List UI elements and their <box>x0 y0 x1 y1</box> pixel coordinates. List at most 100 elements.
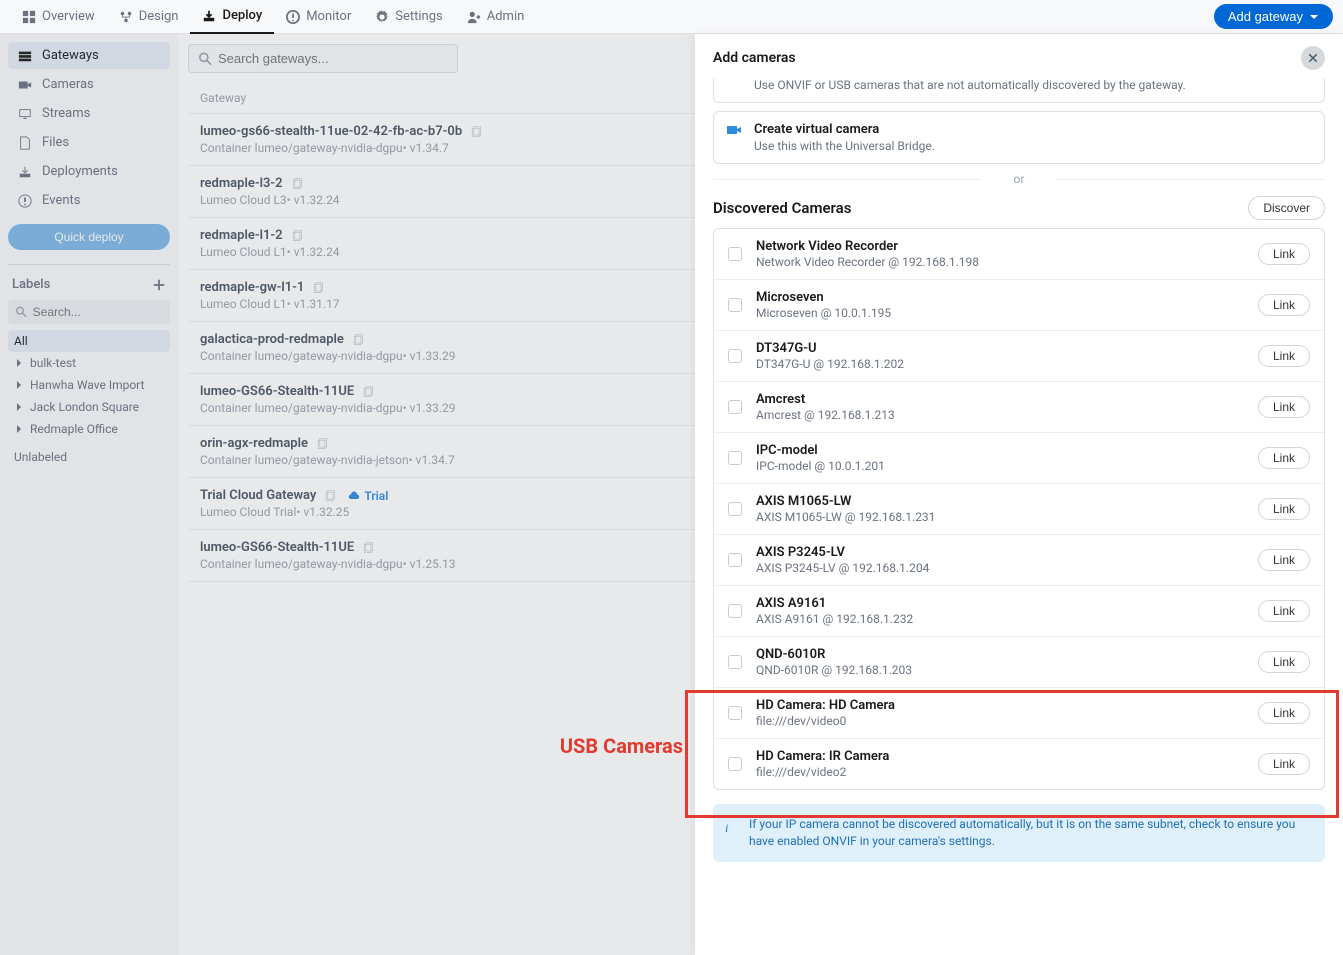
nav-deploy[interactable]: Deploy <box>190 0 274 34</box>
link-button[interactable]: Link <box>1258 243 1310 265</box>
file-icon <box>18 136 32 150</box>
label-text: Redmaple Office <box>30 422 118 436</box>
link-button[interactable]: Link <box>1258 498 1310 520</box>
sidebar-item-files[interactable]: Files <box>8 129 170 156</box>
search-icon <box>16 306 27 318</box>
nav-monitor[interactable]: Monitor <box>274 0 363 34</box>
label-item[interactable]: Redmaple Office <box>8 418 170 440</box>
copy-icon[interactable] <box>291 178 303 190</box>
copy-icon[interactable] <box>312 282 324 294</box>
manual-camera-card[interactable]: Use ONVIF or USB cameras that are not au… <box>713 78 1325 103</box>
sidebar-item-label: Gateways <box>42 48 99 63</box>
nav-label: Admin <box>487 9 525 24</box>
nav-design[interactable]: Design <box>107 0 191 34</box>
nav-label: Deploy <box>222 8 262 23</box>
link-button[interactable]: Link <box>1258 600 1310 622</box>
camera-icon <box>726 122 742 138</box>
camera-name: QND-6010R <box>756 647 1244 662</box>
info-text: If your IP camera cannot be discovered a… <box>749 817 1295 848</box>
search-gateways[interactable] <box>188 44 458 73</box>
camera-row: HD Camera: HD Camerafile:///dev/video0Li… <box>714 688 1324 739</box>
camera-address: Amcrest @ 192.168.1.213 <box>756 408 1244 422</box>
virtual-camera-card[interactable]: Create virtual camera Use this with the … <box>713 111 1325 164</box>
nav-label: Overview <box>42 9 95 24</box>
camera-row: IPC-modelIPC-model @ 10.0.1.201Link <box>714 433 1324 484</box>
panel-title: Add cameras <box>713 50 796 66</box>
search-icon <box>199 52 212 66</box>
label-text: All <box>14 334 28 348</box>
nav-settings[interactable]: Settings <box>363 0 454 34</box>
add-gateway-button[interactable]: Add gateway <box>1214 4 1333 29</box>
search-gateways-input[interactable] <box>218 51 447 66</box>
nav-label: Design <box>139 9 179 24</box>
link-button[interactable]: Link <box>1258 549 1310 571</box>
camera-row: AXIS A9161AXIS A9161 @ 192.168.1.232Link <box>714 586 1324 637</box>
sidebar-item-label: Cameras <box>42 77 94 92</box>
sidebar-item-cameras[interactable]: Cameras <box>8 71 170 98</box>
camera-list: Network Video RecorderNetwork Video Reco… <box>713 228 1325 790</box>
close-button[interactable] <box>1301 46 1325 70</box>
copy-icon[interactable] <box>316 438 328 450</box>
camera-checkbox[interactable] <box>728 451 742 465</box>
camera-checkbox[interactable] <box>728 400 742 414</box>
usb-annotation-label: USB Cameras <box>560 734 683 758</box>
chevron-down-icon <box>1309 12 1319 22</box>
link-button[interactable]: Link <box>1258 345 1310 367</box>
camera-row: MicrosevenMicroseven @ 10.0.1.195Link <box>714 280 1324 331</box>
top-nav: Overview Design Deploy Monitor Settings … <box>0 0 1343 34</box>
link-button[interactable]: Link <box>1258 447 1310 469</box>
camera-checkbox[interactable] <box>728 655 742 669</box>
sidebar-item-streams[interactable]: Streams <box>8 100 170 127</box>
chevron-right-icon <box>14 424 24 434</box>
camera-checkbox[interactable] <box>728 502 742 516</box>
label-text: bulk-test <box>30 356 76 370</box>
camera-checkbox[interactable] <box>728 349 742 363</box>
cloud-icon <box>348 490 360 502</box>
sidebar-item-events[interactable]: Events <box>8 187 170 214</box>
label-item[interactable]: bulk-test <box>8 352 170 374</box>
link-button[interactable]: Link <box>1258 702 1310 724</box>
label-item[interactable]: Hanwha Wave Import <box>8 374 170 396</box>
discover-button[interactable]: Discover <box>1248 196 1325 220</box>
label-item[interactable]: Jack London Square <box>8 396 170 418</box>
plus-icon[interactable] <box>152 278 166 292</box>
copy-icon[interactable] <box>470 126 482 138</box>
quick-deploy-button[interactable]: Quick deploy <box>8 224 170 250</box>
info-box: i If your IP camera cannot be discovered… <box>713 804 1325 862</box>
link-button[interactable]: Link <box>1258 651 1310 673</box>
deployments-icon <box>18 165 32 179</box>
labels-search-input[interactable] <box>33 305 162 319</box>
link-button[interactable]: Link <box>1258 753 1310 775</box>
camera-checkbox[interactable] <box>728 706 742 720</box>
sidebar-item-deployments[interactable]: Deployments <box>8 158 170 185</box>
add-cameras-panel: Add cameras Use ONVIF or USB cameras tha… <box>695 34 1343 955</box>
card-desc: Use this with the Universal Bridge. <box>754 139 1310 153</box>
sidebar-item-gateways[interactable]: Gateways <box>8 42 170 69</box>
nav-label: Settings <box>395 9 442 24</box>
camera-checkbox[interactable] <box>728 604 742 618</box>
design-icon <box>119 10 133 24</box>
nav-label: Monitor <box>306 9 351 24</box>
camera-checkbox[interactable] <box>728 247 742 261</box>
camera-checkbox[interactable] <box>728 298 742 312</box>
nav-overview[interactable]: Overview <box>10 0 107 34</box>
link-button[interactable]: Link <box>1258 294 1310 316</box>
gear-icon <box>375 10 389 24</box>
label-item[interactable]: All <box>8 330 170 352</box>
camera-address: IPC-model @ 10.0.1.201 <box>756 459 1244 473</box>
copy-icon[interactable] <box>291 230 303 242</box>
link-button[interactable]: Link <box>1258 396 1310 418</box>
camera-checkbox[interactable] <box>728 553 742 567</box>
labels-title: Labels <box>12 277 50 292</box>
labels-search[interactable] <box>8 300 170 324</box>
nav-admin[interactable]: Admin <box>455 0 537 34</box>
camera-row: AXIS P3245-LVAXIS P3245-LV @ 192.168.1.2… <box>714 535 1324 586</box>
camera-name: AXIS A9161 <box>756 596 1244 611</box>
camera-row: DT347G-UDT347G-U @ 192.168.1.202Link <box>714 331 1324 382</box>
label-unlabeled[interactable]: Unlabeled <box>8 446 170 468</box>
copy-icon[interactable] <box>324 490 336 502</box>
copy-icon[interactable] <box>352 334 364 346</box>
camera-checkbox[interactable] <box>728 757 742 771</box>
copy-icon[interactable] <box>362 386 374 398</box>
copy-icon[interactable] <box>362 542 374 554</box>
